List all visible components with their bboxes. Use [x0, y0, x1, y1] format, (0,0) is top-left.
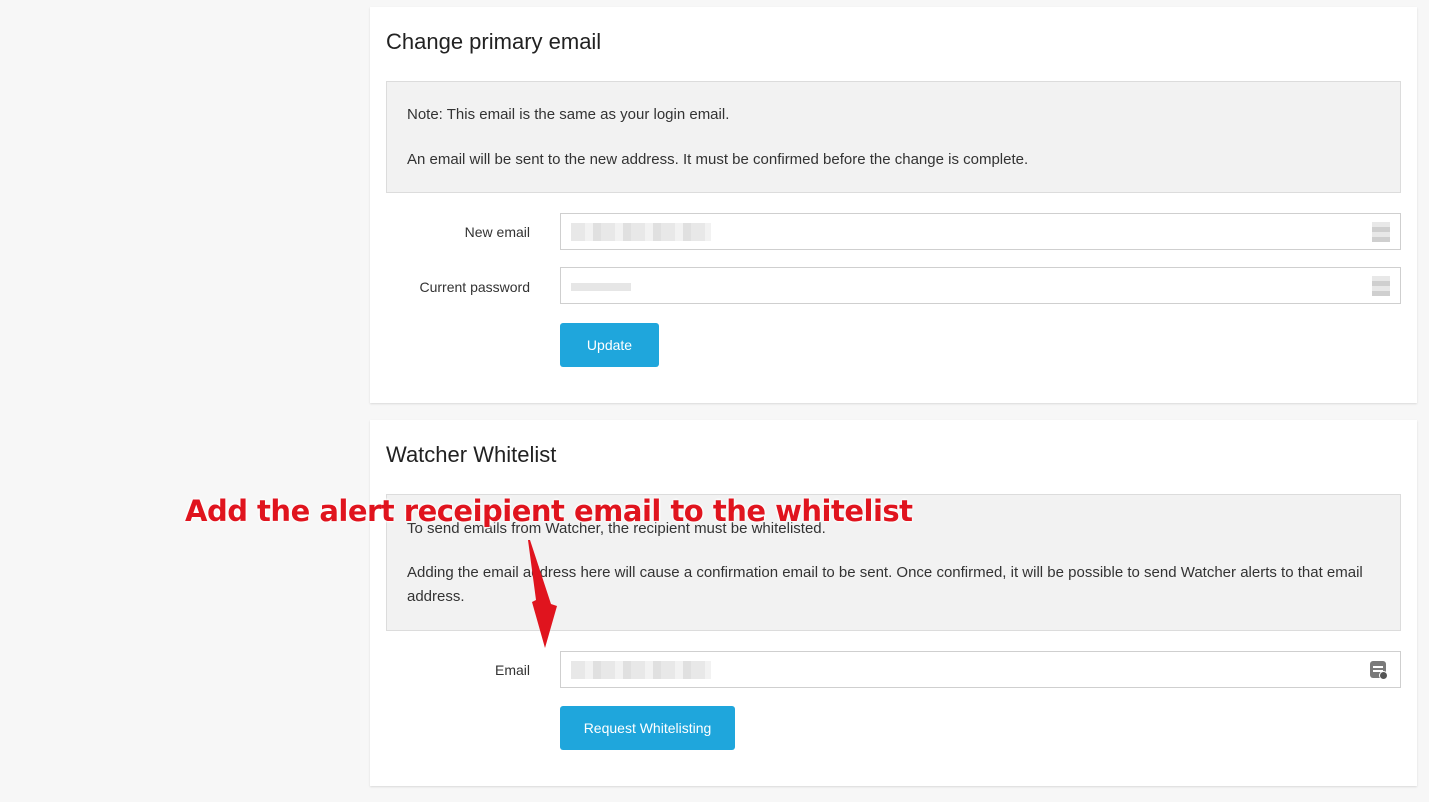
key-icon[interactable]	[1372, 276, 1390, 296]
change-primary-email-title: Change primary email	[386, 29, 602, 54]
whitelist-email-field[interactable]	[560, 651, 1401, 688]
arrow-down-icon	[528, 540, 557, 648]
current-password-label: Current password	[419, 279, 531, 295]
redacted-email-value	[571, 223, 711, 241]
request-whitelisting-button[interactable]: Request Whitelisting	[560, 706, 735, 750]
watcher-whitelist-title: Watcher Whitelist	[386, 442, 557, 467]
annotation-callout: Add the alert receipient email to the wh…	[185, 494, 913, 528]
current-password-field[interactable]	[560, 267, 1401, 304]
primary-email-note-line1: Note: This email is the same as your log…	[407, 106, 730, 123]
current-password-input[interactable]	[561, 268, 1400, 303]
primary-email-note-line2: An email will be sent to the new address…	[407, 151, 1029, 168]
redacted-password-value	[571, 283, 631, 291]
new-email-label: New email	[464, 224, 530, 240]
key-icon[interactable]	[1372, 222, 1390, 242]
primary-email-note: Note: This email is the same as your log…	[386, 81, 1401, 193]
contact-card-icon[interactable]	[1370, 661, 1388, 680]
new-email-field[interactable]	[560, 213, 1401, 250]
change-primary-email-card: Change primary email Note: This email is…	[370, 7, 1417, 403]
redacted-email-value	[571, 661, 711, 679]
whitelist-email-label: Email	[494, 662, 530, 678]
update-button[interactable]: Update	[560, 323, 659, 367]
